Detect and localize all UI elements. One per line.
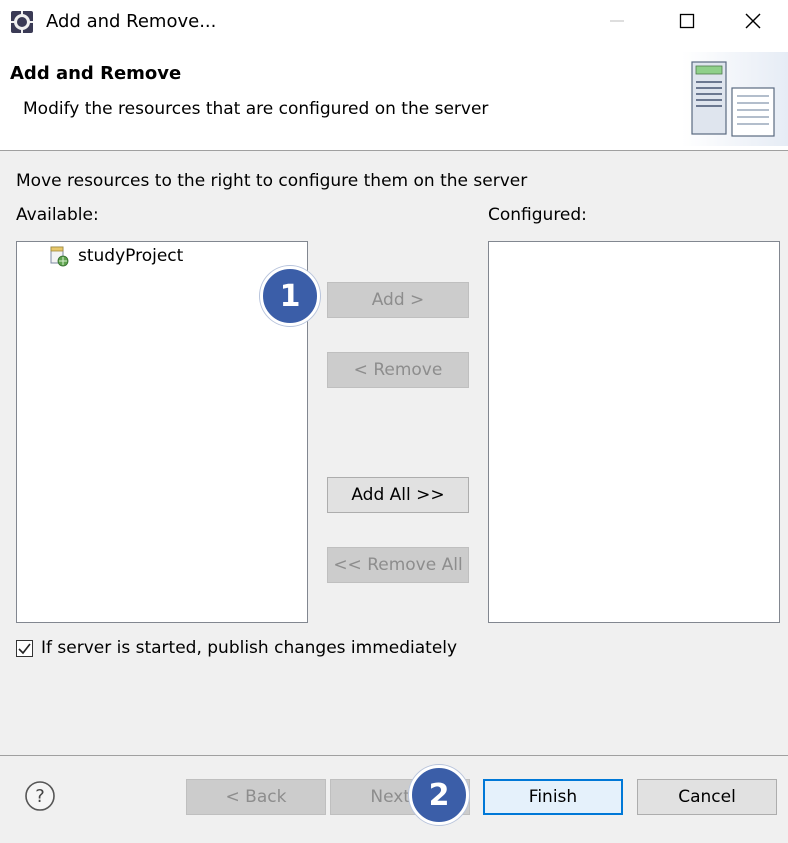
configured-list[interactable] [488,241,780,623]
server-icon [682,52,788,146]
instruction-text: Move resources to the right to configure… [16,171,528,191]
publish-checkbox-label: If server is started, publish changes im… [41,638,458,658]
page-title: Add and Remove [10,63,182,84]
configured-label: Configured: [488,205,587,225]
remove-button[interactable]: < Remove [327,352,469,388]
header-banner [0,46,788,150]
web-project-icon [48,245,70,267]
add-all-button[interactable]: Add All >> [327,477,469,513]
eclipse-icon [11,11,33,33]
list-item-label: studyProject [78,246,184,266]
list-item[interactable]: studyProject [48,244,258,268]
finish-button[interactable]: Finish [483,779,623,815]
close-button[interactable] [718,0,788,46]
add-button[interactable]: Add > [327,282,469,318]
maximize-icon [679,13,695,33]
cancel-button[interactable]: Cancel [637,779,777,815]
help-icon: ? [25,781,55,811]
remove-all-button[interactable]: << Remove All [327,547,469,583]
svg-text:?: ? [35,786,45,807]
help-button[interactable]: ? [24,780,56,812]
maximize-button[interactable] [652,0,722,46]
minimize-icon [609,13,625,33]
close-icon [744,12,762,34]
checkmark-icon [18,643,31,655]
back-button[interactable]: < Back [186,779,326,815]
publish-checkbox[interactable] [16,640,33,657]
available-label: Available: [16,205,99,225]
minimize-button[interactable] [582,0,652,46]
window-title: Add and Remove... [46,11,217,32]
annotation-badge-2: 2 [409,765,469,825]
page-description: Modify the resources that are configured… [23,99,489,119]
annotation-badge-1: 1 [260,266,320,326]
